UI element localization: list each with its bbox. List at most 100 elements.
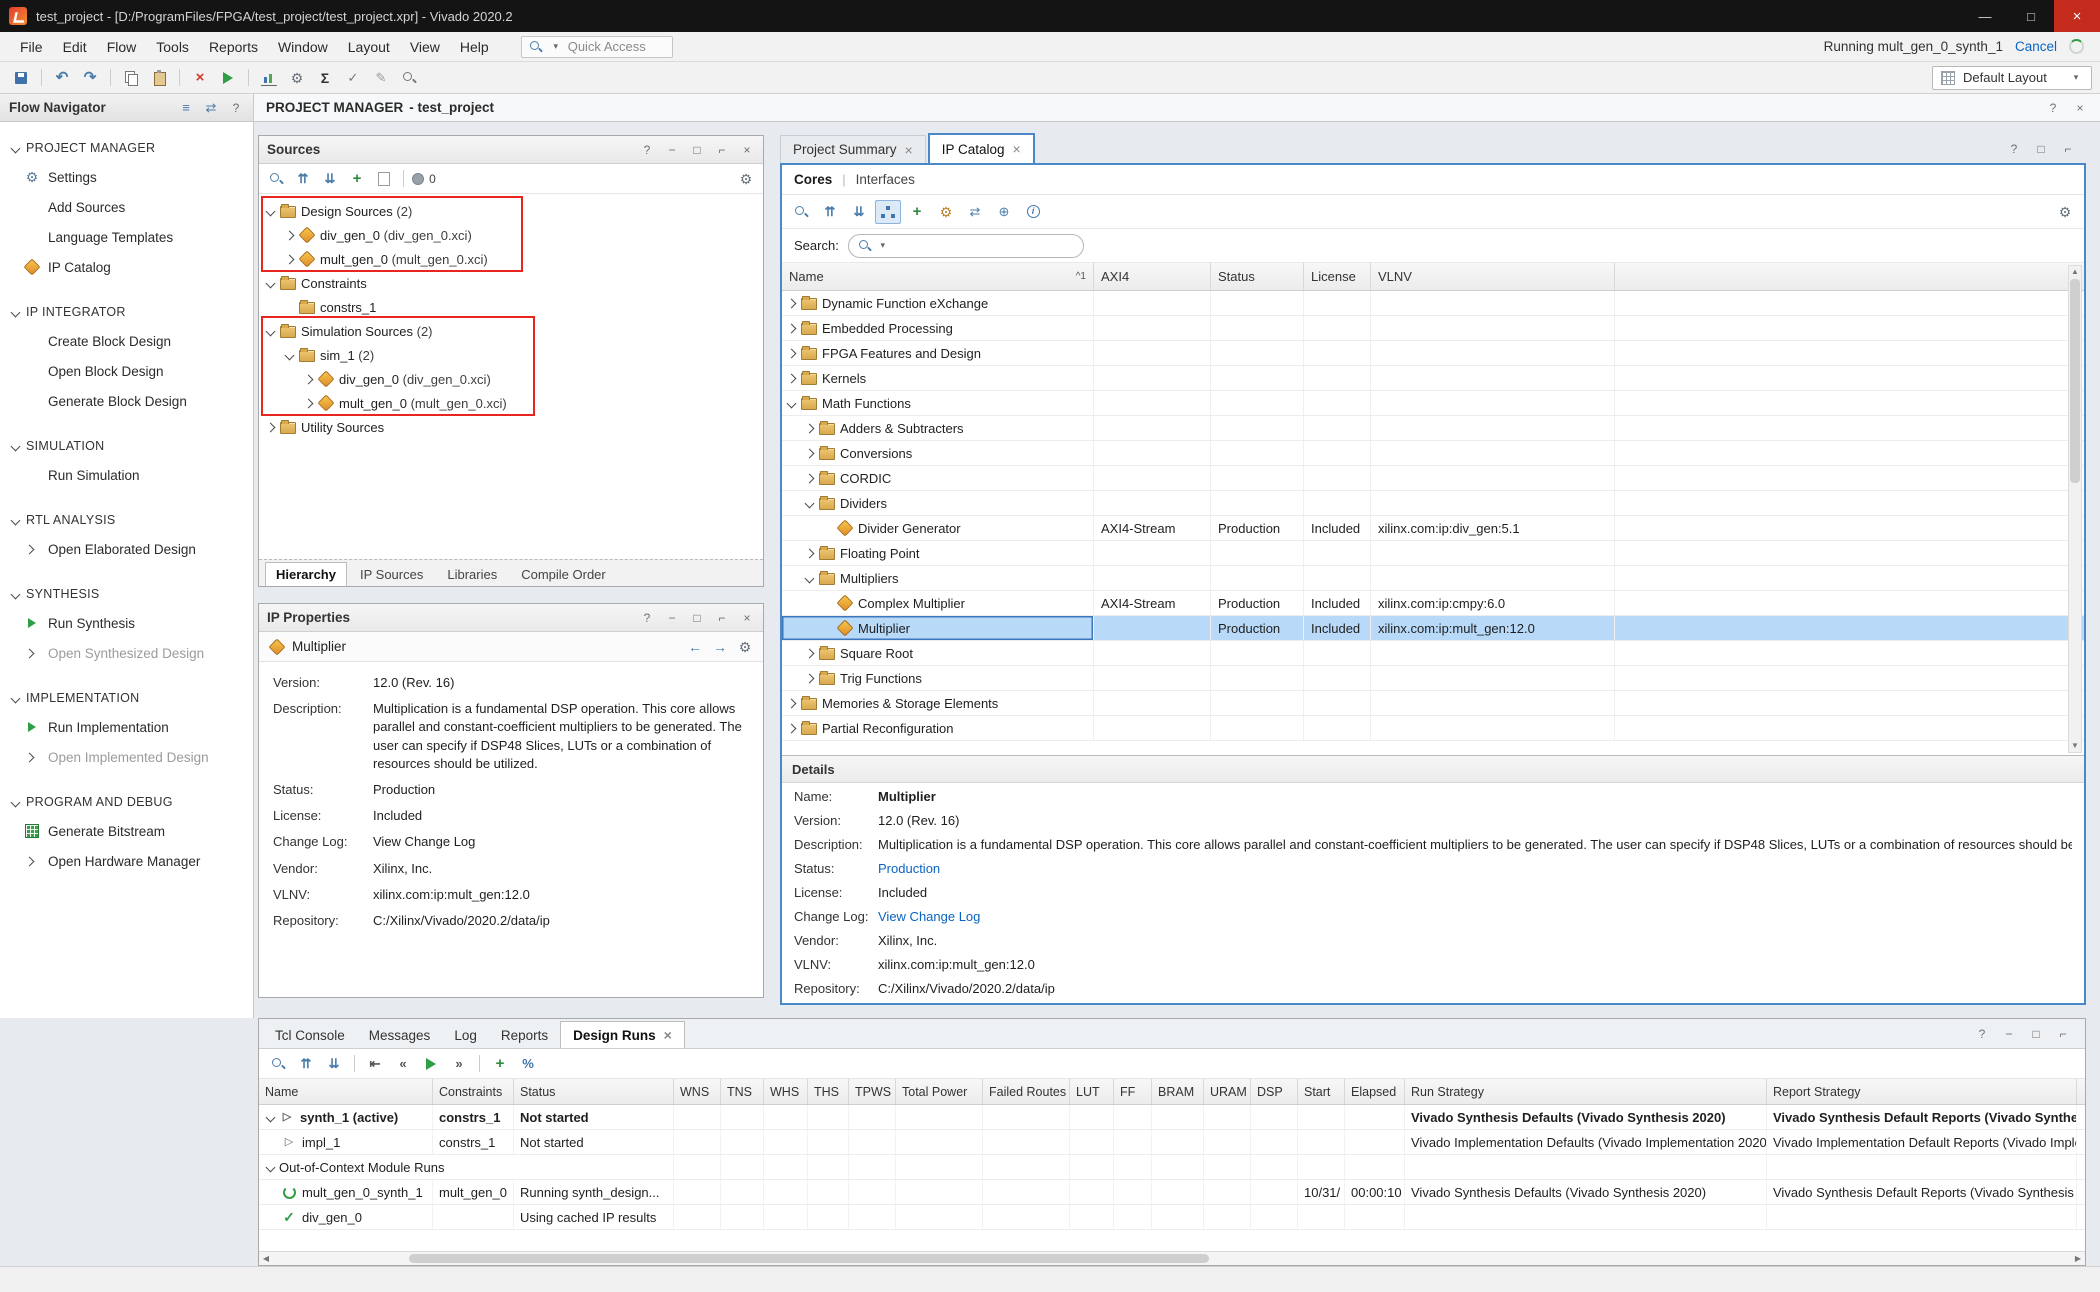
add-ip-button[interactable]: + bbox=[904, 200, 930, 224]
undo-button[interactable]: ↶ bbox=[49, 66, 75, 90]
ip-settings-button[interactable]: ⊕ bbox=[991, 200, 1017, 224]
column-header-ff[interactable]: FF bbox=[1114, 1079, 1152, 1104]
window-maximize-button[interactable]: □ bbox=[2008, 0, 2054, 32]
flow-item-open-hardware-manager[interactable]: Open Hardware Manager bbox=[0, 846, 253, 876]
minimize-icon[interactable]: − bbox=[664, 610, 680, 626]
menu-reports[interactable]: Reports bbox=[199, 35, 268, 59]
float-icon[interactable]: ⌐ bbox=[2060, 141, 2076, 157]
flow-item-open-block-design[interactable]: Open Block Design bbox=[0, 356, 253, 386]
column-header-elapsed[interactable]: Elapsed bbox=[1345, 1079, 1405, 1104]
minimize-icon[interactable]: − bbox=[664, 142, 680, 158]
tab-project-summary[interactable]: Project Summary× bbox=[780, 135, 926, 163]
column-header-status[interactable]: Status bbox=[1211, 263, 1304, 290]
maximize-icon[interactable]: □ bbox=[2028, 1026, 2044, 1042]
help-icon[interactable]: ? bbox=[639, 142, 655, 158]
launch-runs-button[interactable] bbox=[418, 1052, 444, 1076]
validate-button[interactable]: ✓ bbox=[340, 66, 366, 90]
collapse-all-button[interactable]: ⇈ bbox=[817, 200, 843, 224]
menu-view[interactable]: View bbox=[400, 35, 450, 59]
window-minimize-button[interactable]: — bbox=[1962, 0, 2008, 32]
column-header-uram[interactable]: URAM bbox=[1204, 1079, 1251, 1104]
column-header-bram[interactable]: BRAM bbox=[1152, 1079, 1204, 1104]
compare-button[interactable]: ⇄ bbox=[962, 200, 988, 224]
tab-design-runs[interactable]: Design Runs× bbox=[560, 1021, 685, 1048]
paste-button[interactable] bbox=[146, 66, 172, 90]
run-row-mult-gen-0-synth-1[interactable]: mult_gen_0_synth_1mult_gen_0Running synt… bbox=[259, 1180, 2085, 1205]
tab-log[interactable]: Log bbox=[442, 1023, 489, 1048]
scroll-down-icon[interactable]: ▼ bbox=[2069, 740, 2081, 752]
maximize-icon[interactable]: □ bbox=[2033, 141, 2049, 157]
file-button[interactable] bbox=[371, 167, 397, 191]
info-button[interactable]: i bbox=[1020, 200, 1046, 224]
run-row-synth-1-active[interactable]: ▷synth_1 (active)constrs_1Not startedViv… bbox=[259, 1105, 2085, 1130]
tree-item-design-sources[interactable]: Design Sources (2) bbox=[259, 199, 763, 223]
column-header-name[interactable]: Name^1 bbox=[782, 263, 1094, 290]
catalog-row-multipliers[interactable]: Multipliers bbox=[782, 566, 2084, 591]
tab-close-icon[interactable]: × bbox=[664, 1027, 672, 1043]
menu-tools[interactable]: Tools bbox=[146, 35, 199, 59]
help-icon[interactable]: ? bbox=[1974, 1026, 1990, 1042]
runs-search-button[interactable] bbox=[265, 1052, 291, 1076]
cancel-link[interactable]: Cancel bbox=[2015, 39, 2057, 54]
stop-button[interactable]: × bbox=[187, 66, 213, 90]
flow-item-open-implemented-design[interactable]: Open Implemented Design bbox=[0, 742, 253, 772]
catalog-row-math-functions[interactable]: Math Functions bbox=[782, 391, 2084, 416]
tree-item-simulation-sources[interactable]: Simulation Sources (2) bbox=[259, 319, 763, 343]
flow-section-simulation[interactable]: SIMULATION bbox=[0, 432, 253, 460]
catalog-row-complex-multiplier[interactable]: Complex MultiplierAXI4-StreamProductionI… bbox=[782, 591, 2084, 616]
step-forward-button[interactable]: » bbox=[446, 1052, 472, 1076]
maximize-icon[interactable]: □ bbox=[689, 610, 705, 626]
column-header-dsp[interactable]: DSP bbox=[1251, 1079, 1298, 1104]
help-icon[interactable]: ? bbox=[639, 610, 655, 626]
float-icon[interactable]: ⌐ bbox=[714, 142, 730, 158]
menu-flow[interactable]: Flow bbox=[97, 35, 147, 59]
menu-icon[interactable]: ≡ bbox=[178, 100, 194, 116]
step-back-button[interactable]: « bbox=[390, 1052, 416, 1076]
layout-selector[interactable]: Default Layout ▾ bbox=[1932, 66, 2092, 90]
column-header-constraints[interactable]: Constraints bbox=[433, 1079, 514, 1104]
message-count-badge[interactable]: 0 bbox=[410, 167, 436, 191]
float-icon[interactable]: ⌐ bbox=[2055, 1026, 2071, 1042]
edit-button[interactable]: ✎ bbox=[368, 66, 394, 90]
hierarchy-view-button[interactable] bbox=[875, 200, 901, 224]
window-close-button[interactable]: × bbox=[2054, 0, 2100, 32]
catalog-settings-button[interactable]: ⚙ bbox=[2052, 200, 2078, 224]
column-header-license[interactable]: License bbox=[1304, 263, 1371, 290]
close-icon[interactable]: × bbox=[2072, 100, 2088, 116]
catalog-row-embedded-processing[interactable]: Embedded Processing bbox=[782, 316, 2084, 341]
catalog-row-kernels[interactable]: Kernels bbox=[782, 366, 2084, 391]
column-header-status[interactable]: Status bbox=[514, 1079, 674, 1104]
probe-button[interactable] bbox=[396, 66, 422, 90]
catalog-row-conversions[interactable]: Conversions bbox=[782, 441, 2084, 466]
menu-layout[interactable]: Layout bbox=[338, 35, 400, 59]
column-header-wns[interactable]: WNS bbox=[674, 1079, 721, 1104]
column-header-tns[interactable]: TNS bbox=[721, 1079, 764, 1104]
catalog-row-dividers[interactable]: Dividers bbox=[782, 491, 2084, 516]
column-header-axi4[interactable]: AXI4 bbox=[1094, 263, 1211, 290]
subtab-interfaces[interactable]: Interfaces bbox=[856, 172, 915, 187]
subtab-cores[interactable]: Cores bbox=[794, 172, 832, 187]
save-button[interactable] bbox=[8, 66, 34, 90]
ip-property-value[interactable]: View Change Log bbox=[373, 833, 749, 851]
menu-window[interactable]: Window bbox=[268, 35, 338, 59]
collapse-all-button[interactable]: ⇈ bbox=[293, 1052, 319, 1076]
gear-icon[interactable]: ⚙ bbox=[737, 639, 753, 655]
flow-item-settings[interactable]: ⚙Settings bbox=[0, 162, 253, 192]
flow-item-ip-catalog[interactable]: IP Catalog bbox=[0, 252, 253, 282]
add-sources-button[interactable]: + bbox=[344, 167, 370, 191]
copy-button[interactable] bbox=[118, 66, 144, 90]
tree-item-constrs-1[interactable]: constrs_1 bbox=[259, 295, 763, 319]
scrollbar-thumb[interactable] bbox=[2070, 279, 2080, 483]
menu-file[interactable]: File bbox=[10, 35, 53, 59]
flow-item-generate-bitstream[interactable]: Generate Bitstream bbox=[0, 816, 253, 846]
catalog-row-dynamic-function-exchange[interactable]: Dynamic Function eXchange bbox=[782, 291, 2084, 316]
tab-close-icon[interactable]: × bbox=[1013, 141, 1021, 157]
flow-item-run-implementation[interactable]: Run Implementation bbox=[0, 712, 253, 742]
catalog-row-memories-storage-elements[interactable]: Memories & Storage Elements bbox=[782, 691, 2084, 716]
catalog-row-cordic[interactable]: CORDIC bbox=[782, 466, 2084, 491]
close-icon[interactable]: × bbox=[739, 610, 755, 626]
tab-tcl-console[interactable]: Tcl Console bbox=[263, 1023, 357, 1048]
flow-item-run-simulation[interactable]: Run Simulation bbox=[0, 460, 253, 490]
tree-item-sim-1[interactable]: sim_1 (2) bbox=[259, 343, 763, 367]
maximize-icon[interactable]: □ bbox=[689, 142, 705, 158]
